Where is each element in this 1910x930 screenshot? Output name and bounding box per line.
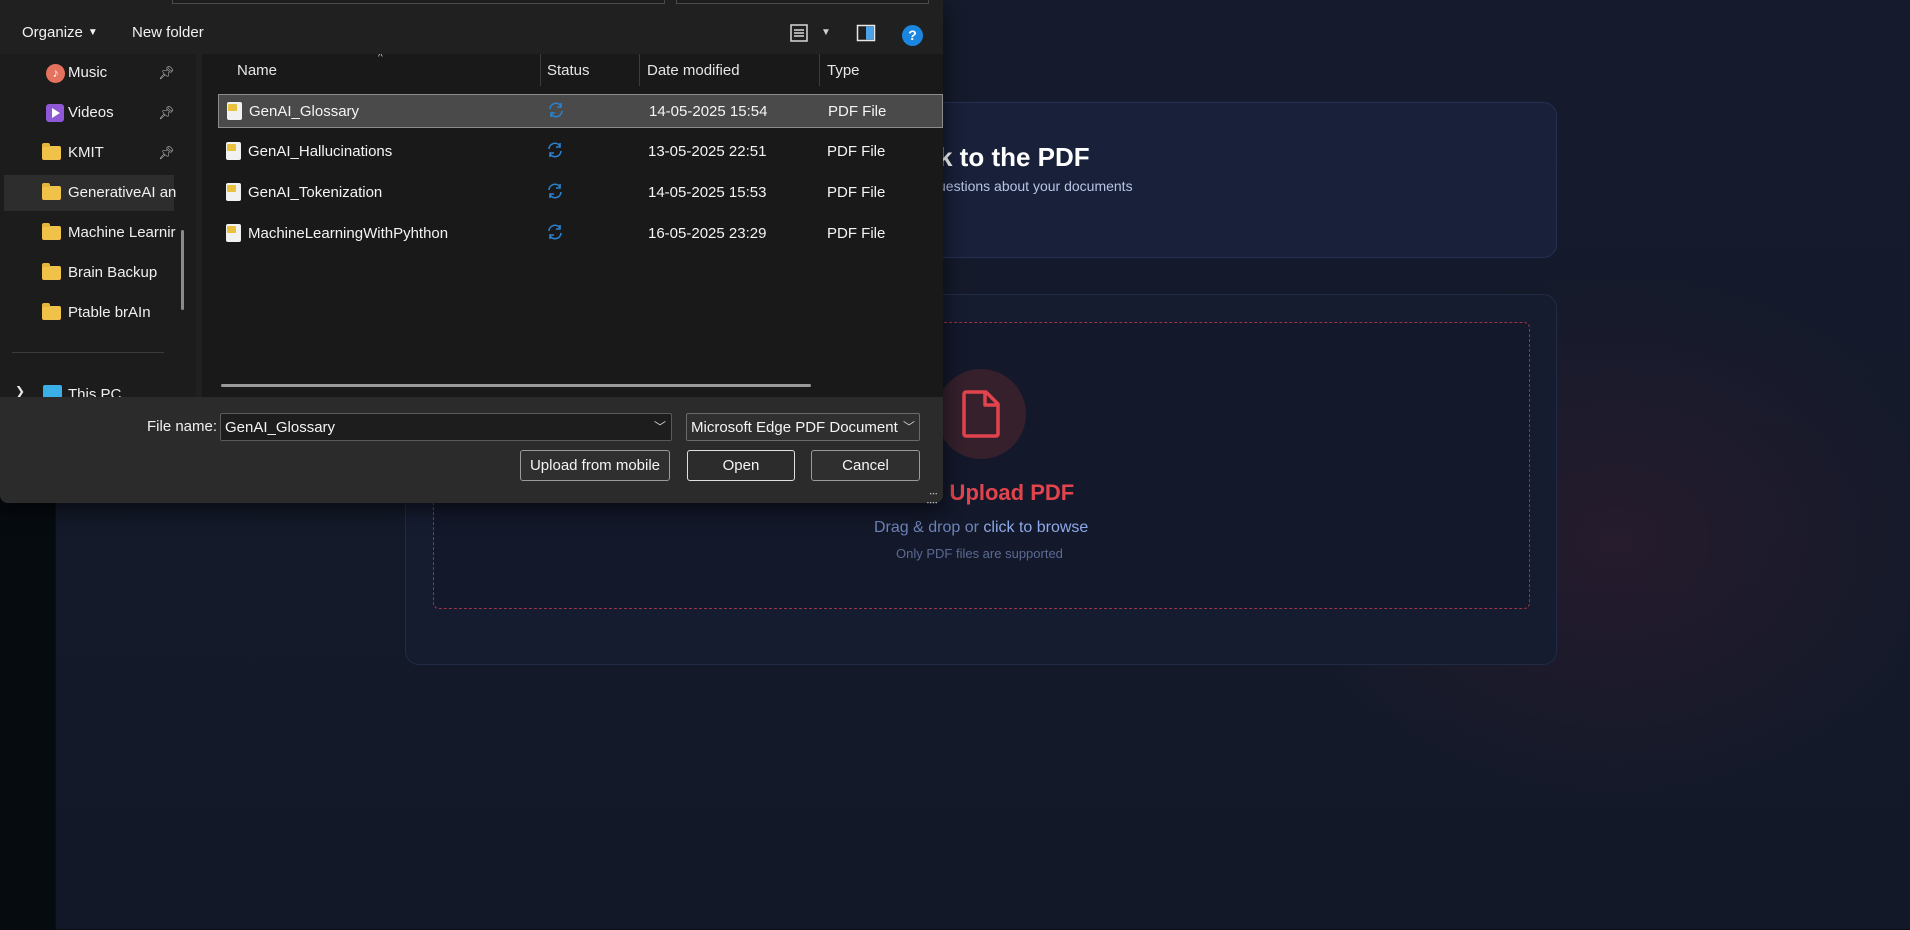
- view-dropdown-icon[interactable]: ▼: [821, 27, 831, 38]
- upload-note: Only PDF files are supported: [896, 546, 1063, 561]
- nav-item-label: Music: [68, 64, 108, 81]
- open-file-dialog: Organize ▼ New folder ▼ ? ♪ Music 📌︎ Vide…: [0, 0, 943, 506]
- nav-item-brain-backup[interactable]: Brain Backup: [4, 255, 174, 291]
- sync-icon: [548, 224, 562, 240]
- nav-item-music[interactable]: ♪ Music 📌︎: [4, 55, 175, 91]
- nav-item-kmit[interactable]: KMIT 📌︎: [4, 135, 175, 171]
- file-type-select[interactable]: Microsoft Edge PDF Document: [686, 413, 920, 441]
- help-icon[interactable]: ?: [902, 25, 923, 46]
- cancel-button[interactable]: Cancel: [811, 450, 920, 481]
- nav-item-label: KMIT: [68, 144, 104, 161]
- browse-link[interactable]: click to browse: [983, 519, 1088, 536]
- file-type: PDF File: [828, 103, 887, 120]
- file-icon: [962, 390, 1000, 438]
- column-header-name[interactable]: Name: [237, 54, 277, 86]
- file-name: GenAI_Glossary: [249, 103, 360, 120]
- folder-icon: [42, 143, 61, 160]
- file-name: GenAI_Hallucinations: [248, 143, 393, 160]
- upload-hint-text: Drag & drop or: [874, 519, 984, 536]
- nav-item-label: Ptable brAIn: [68, 304, 151, 321]
- file-type: PDF File: [827, 225, 886, 242]
- file-date: 13-05-2025 22:51: [648, 143, 767, 160]
- file-date: 16-05-2025 23:29: [648, 225, 767, 242]
- pdf-file-icon: [226, 224, 241, 242]
- nav-item-label: GenerativeAI an: [68, 184, 177, 201]
- nav-item-videos[interactable]: Videos 📌︎: [4, 95, 175, 131]
- computer-icon: [43, 385, 62, 397]
- upload-title[interactable]: o Upload PDF: [930, 480, 1074, 506]
- file-type: PDF File: [827, 184, 886, 201]
- file-row[interactable]: GenAI_Tokenization 14-05-2025 15:53 PDF …: [218, 176, 943, 210]
- resize-grip-icon[interactable]: ⠠⠤ ⠤⠤: [926, 488, 938, 506]
- column-header-date[interactable]: Date modified: [647, 54, 740, 86]
- hero-subtitle: uestions about your documents: [938, 178, 1133, 194]
- file-name-input[interactable]: GenAI_Glossary: [220, 413, 672, 441]
- nav-item-label: Videos: [68, 104, 114, 121]
- nav-item-label: Machine Learnir: [68, 224, 176, 241]
- upload-hint: Drag & drop or click to browse: [874, 519, 1088, 537]
- search-box[interactable]: [676, 0, 929, 4]
- folder-icon: [42, 303, 61, 320]
- pdf-upload-icon[interactable]: [936, 369, 1026, 459]
- file-row[interactable]: GenAI_Hallucinations 13-05-2025 22:51 PD…: [218, 135, 943, 169]
- horizontal-scrollbar[interactable]: [221, 384, 811, 387]
- folder-icon: [42, 183, 61, 200]
- chevron-down-icon[interactable]: ﹀: [654, 413, 666, 441]
- nav-item-generativeai[interactable]: GenerativeAI an: [4, 175, 177, 211]
- preview-pane-icon[interactable]: [856, 23, 876, 43]
- column-header-type[interactable]: Type: [827, 54, 860, 86]
- video-icon: [46, 104, 64, 122]
- folder-icon: [42, 263, 61, 280]
- file-name: GenAI_Tokenization: [248, 184, 383, 201]
- nav-item-label: Brain Backup: [68, 264, 158, 281]
- navigation-pane: ♪ Music 📌︎ Videos 📌︎ KMIT 📌︎ GenerativeA…: [0, 54, 196, 397]
- nav-item-ptable-brain[interactable]: Ptable brAIn: [4, 295, 174, 331]
- pdf-file-icon: [226, 183, 241, 201]
- nav-scrollbar[interactable]: [181, 230, 184, 310]
- column-separator[interactable]: [639, 54, 640, 86]
- view-options-icon[interactable]: [789, 23, 809, 43]
- chevron-down-icon[interactable]: ❯: [15, 384, 25, 397]
- pin-icon: 📌︎: [158, 105, 175, 120]
- nav-item-this-pc[interactable]: This PC: [68, 386, 121, 397]
- file-date: 14-05-2025 15:54: [649, 103, 768, 120]
- column-separator[interactable]: [540, 54, 541, 86]
- pdf-file-icon: [226, 142, 241, 160]
- sync-icon: [549, 102, 563, 118]
- file-name: MachineLearningWithPyhthon: [248, 225, 449, 242]
- chevron-down-icon[interactable]: ﹀: [903, 413, 915, 441]
- organize-label: Organize: [22, 24, 83, 41]
- upload-from-mobile-button[interactable]: Upload from mobile: [520, 450, 670, 481]
- music-icon: ♪: [46, 64, 65, 83]
- dialog-toolbar: Organize ▼ New folder ▼ ?: [0, 12, 943, 54]
- pdf-file-icon: [227, 102, 242, 120]
- file-type: PDF File: [827, 143, 886, 160]
- file-name-label: File name:: [147, 418, 218, 435]
- nav-divider: [12, 352, 164, 353]
- file-date: 14-05-2025 15:53: [648, 184, 767, 201]
- sync-icon: [548, 142, 562, 158]
- file-row[interactable]: GenAI_Glossary 14-05-2025 15:54 PDF File: [218, 94, 943, 128]
- pin-icon: 📌︎: [158, 145, 175, 160]
- column-header-status[interactable]: Status: [547, 54, 590, 86]
- chevron-down-icon: ▼: [87, 27, 98, 38]
- hero-title: k to the PDF: [938, 142, 1090, 172]
- pin-icon: 📌︎: [158, 65, 175, 80]
- new-folder-button[interactable]: New folder: [132, 24, 204, 46]
- dialog-footer: File name: GenAI_Glossary ﹀ Microsoft Ed…: [0, 397, 943, 506]
- column-separator[interactable]: [819, 54, 820, 86]
- address-bar[interactable]: [172, 0, 665, 4]
- sync-icon: [548, 183, 562, 199]
- nav-item-machine-learning[interactable]: Machine Learnir: [4, 215, 176, 251]
- file-row[interactable]: MachineLearningWithPyhthon 16-05-2025 23…: [218, 217, 943, 251]
- organize-button[interactable]: Organize ▼: [22, 24, 98, 46]
- file-list: Name ^ Status Date modified Type GenAI_G…: [202, 54, 943, 397]
- sort-ascending-icon: ^: [378, 54, 383, 63]
- open-button[interactable]: Open: [687, 450, 795, 481]
- folder-icon: [42, 223, 61, 240]
